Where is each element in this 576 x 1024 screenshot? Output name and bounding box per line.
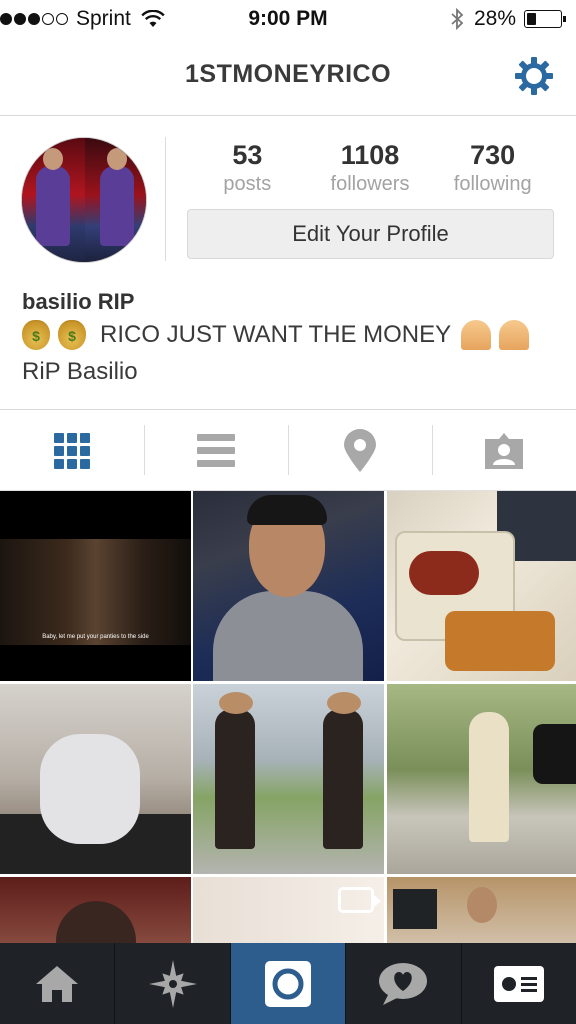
photo-thumbnail[interactable] — [0, 684, 191, 874]
stat-value: 1108 — [340, 140, 400, 170]
explore-icon — [148, 959, 197, 1008]
stat-label: followers — [330, 173, 410, 195]
nav-home[interactable] — [0, 943, 116, 1024]
divider — [165, 137, 166, 261]
avatar-head — [43, 148, 63, 170]
photo-scene — [215, 709, 255, 849]
bluetooth-icon — [451, 8, 464, 30]
nav-header: 1STMONEYRICO — [0, 38, 576, 116]
nav-profile[interactable] — [462, 943, 576, 1024]
location-pin-icon — [344, 428, 376, 472]
tab-tagged[interactable] — [432, 411, 576, 490]
photo-scene — [327, 692, 361, 714]
bottom-tab-bar — [0, 943, 576, 1024]
nav-explore[interactable] — [115, 943, 231, 1024]
gear-icon[interactable] — [514, 56, 554, 96]
list-view-icon — [197, 433, 235, 467]
profile-header: 53 posts 1108 followers 730 following Ed… — [0, 117, 576, 410]
stat-followers[interactable]: 1108 followers — [309, 139, 432, 209]
grid-view-icon — [54, 432, 90, 469]
photo-scene — [323, 709, 363, 849]
photo-scene — [219, 692, 253, 714]
photo-thumbnail[interactable] — [193, 684, 384, 874]
photo-thumbnail[interactable] — [387, 491, 576, 681]
status-bar: Sprint 9:00 PM 28% — [0, 0, 576, 38]
stat-label: following — [453, 173, 532, 195]
bio-text: RICO JUST WANT THE MONEY — [100, 321, 452, 348]
praying-hands-emoji — [499, 320, 530, 350]
photo-scene — [409, 551, 479, 595]
bio-line-2: RiP Basilio — [22, 358, 138, 385]
praying-hands-emoji — [461, 320, 492, 350]
tab-grid[interactable] — [0, 411, 144, 490]
money-bag-emoji: $ — [58, 320, 86, 350]
photo-scene — [40, 734, 140, 844]
avatar[interactable] — [21, 137, 147, 263]
photo-caption: Baby, let me put your panties to the sid… — [42, 634, 149, 640]
photo-scene — [533, 724, 576, 784]
photo-scene — [469, 712, 509, 842]
avatar-figure — [36, 166, 70, 246]
photo-thumbnail[interactable] — [387, 684, 576, 874]
photo-scene — [213, 591, 363, 681]
photo-thumbnail[interactable]: Baby, let me put your panties to the sid… — [0, 491, 191, 681]
photo-thumbnail[interactable] — [193, 491, 384, 681]
stat-posts[interactable]: 53 posts — [186, 139, 309, 209]
battery-level — [527, 13, 536, 25]
photo-scene — [445, 611, 555, 671]
photo-scene — [56, 901, 136, 943]
stat-following[interactable]: 730 following — [431, 139, 554, 209]
money-bag-emoji: $ — [22, 320, 50, 350]
photo-thumbnail[interactable] — [387, 877, 576, 943]
stat-value: 730 — [470, 140, 516, 170]
photo-thumbnail[interactable] — [0, 877, 191, 943]
photo-scene — [247, 495, 327, 525]
photo-scene — [0, 539, 191, 645]
photo-scene — [393, 889, 437, 929]
battery-area: 28% — [450, 7, 566, 31]
profile-name: basilio RIP — [22, 289, 135, 314]
video-thumbnail[interactable] — [193, 877, 384, 943]
photo-grid: Baby, let me put your panties to the sid… — [0, 491, 576, 943]
page-title: 1STMONEYRICO — [184, 60, 392, 88]
battery-icon — [524, 10, 566, 28]
tab-list[interactable] — [144, 411, 288, 490]
avatar-head — [107, 148, 127, 170]
stat-label: posts — [223, 173, 272, 195]
battery-percent: 28% — [473, 7, 516, 30]
video-camera-icon — [338, 887, 381, 913]
profile-stats: 53 posts 1108 followers 730 following — [186, 139, 554, 209]
profile-icon — [493, 965, 544, 1002]
activity-icon — [379, 962, 428, 1005]
home-icon — [36, 965, 79, 1002]
stat-value: 53 — [232, 140, 263, 170]
bio-line: $ $ RICO JUST WANT THE MONEY — [22, 320, 537, 350]
photo-scene — [467, 887, 497, 923]
profile-view-tabs — [0, 411, 576, 491]
tab-map[interactable] — [288, 411, 432, 490]
nav-activity[interactable] — [346, 943, 462, 1024]
avatar-figure — [100, 166, 134, 246]
camera-icon — [265, 960, 312, 1007]
edit-profile-button[interactable]: Edit Your Profile — [187, 209, 554, 259]
tagged-photos-icon — [485, 432, 523, 469]
nav-camera[interactable] — [230, 943, 347, 1024]
